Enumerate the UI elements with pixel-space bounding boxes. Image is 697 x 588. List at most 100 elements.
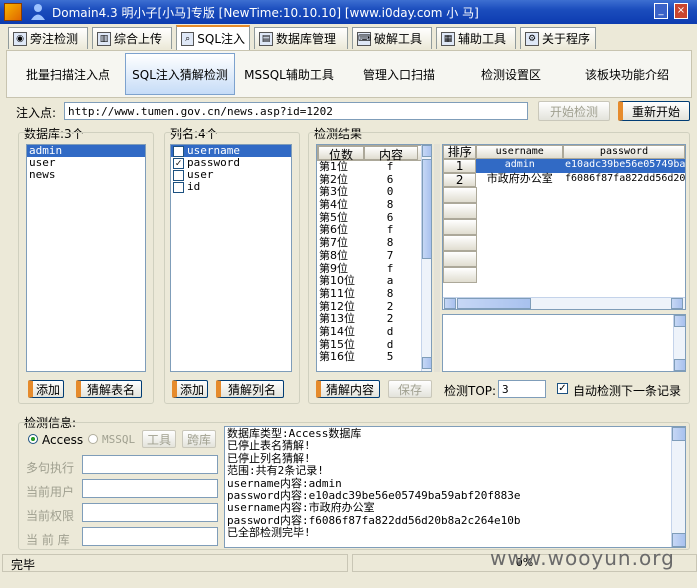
vertical-scrollbar[interactable]	[671, 427, 685, 547]
multi-exec-field[interactable]	[82, 455, 218, 474]
scroll-down-icon[interactable]	[674, 359, 686, 371]
subtab-mssql-tools[interactable]: MSSQL辅助工具	[239, 53, 339, 95]
tab-about[interactable]: ⚙ 关于程序	[520, 27, 596, 49]
scroll-thumb[interactable]	[422, 159, 431, 259]
log-line: username内容:市政府办公室	[227, 501, 375, 515]
app-icon	[4, 3, 22, 21]
log-output[interactable]: 数据库类型:Access数据库 已停止表名猜解! 已停止列名猜解! 范围:共有2条记录…	[224, 426, 686, 548]
tab-label: 数据库管理	[276, 32, 337, 46]
scroll-left-icon[interactable]	[444, 298, 456, 309]
minimize-button[interactable]: _	[654, 3, 668, 19]
position-row[interactable]: 第14位 d	[317, 324, 431, 339]
horizontal-scrollbar[interactable]	[443, 297, 685, 309]
watermark: www.wooyun.org	[490, 546, 675, 570]
position-cell: 第14位	[319, 324, 355, 338]
scroll-thumb[interactable]	[457, 298, 531, 309]
detail-pane[interactable]	[442, 314, 686, 372]
mssql-radio[interactable]	[88, 434, 98, 444]
top-input[interactable]: 3	[498, 380, 546, 398]
subtab-admin-scan[interactable]: 管理入口扫描	[347, 53, 451, 95]
save-button[interactable]: 保存	[388, 380, 432, 398]
checkbox[interactable]: ✓	[173, 157, 184, 169]
log-line: 已停止表名猜解!	[227, 439, 311, 453]
access-label: Access	[42, 433, 84, 447]
title-bar[interactable]: Domain4.3 明小子[小马]专版 [NewTime:10.10.10] […	[0, 0, 697, 24]
position-row[interactable]: 第7位 8	[317, 236, 431, 250]
tab-db-manage[interactable]: ▤ 数据库管理	[254, 27, 348, 49]
vertical-scrollbar[interactable]	[673, 315, 686, 371]
current-user-field[interactable]	[82, 479, 218, 498]
scroll-right-icon[interactable]	[671, 298, 683, 309]
gear-icon: ⚙	[525, 31, 539, 46]
close-button[interactable]: ×	[674, 3, 688, 19]
subtab-batch-scan[interactable]: 批量扫描注入点	[13, 53, 123, 95]
tab-label: 关于程序	[542, 32, 591, 46]
splitter[interactable]	[434, 144, 440, 372]
table-row[interactable]: 1 admin e10adc39be56e05749ba	[443, 159, 685, 173]
restart-button[interactable]: 重新开始	[618, 101, 690, 121]
table-row[interactable]: 2 市政府办公室 f6086f87fa822dd56d20	[443, 172, 685, 187]
table-list[interactable]: admin user news	[26, 144, 146, 372]
guess-tables-button[interactable]: 猜解表名	[76, 380, 142, 398]
scroll-up-icon[interactable]	[672, 427, 685, 441]
main-tabstrip: ◉ 旁注检测 ▥ 综合上传 ⌕ SQL注入 ▤ 数据库管理 ⌨ 破解工具 ▦ 辅助工具 ⚙ 关…	[0, 24, 697, 50]
auto-next-checkbox[interactable]: ✓	[557, 383, 568, 394]
position-row[interactable]: 第16位 5	[317, 351, 431, 364]
subtab-help[interactable]: 该板块功能介绍	[567, 53, 687, 95]
position-cell: 第16位	[319, 350, 355, 364]
row-header	[443, 251, 477, 267]
position-cell: 第4位	[319, 198, 348, 212]
row-header	[443, 203, 477, 219]
record-table[interactable]: 排序 username password 1 admin e10adc39be5…	[442, 144, 686, 310]
add-column-button[interactable]: 添加	[172, 380, 208, 398]
vertical-scrollbar[interactable]	[421, 145, 431, 371]
globe-icon: ◉	[13, 31, 27, 46]
subtab-settings[interactable]: 检测设置区	[459, 53, 563, 95]
position-rows: 第1位 f 第2位 6 第3位 0 第4位 8 第5位 6 第6位 f 第7位 8 第8位 7 第9位 f 第10位…	[317, 160, 431, 364]
log-line: 范围:共有2条记录!	[227, 464, 324, 478]
subtab-sql-guess[interactable]: SQL注入猜解检测	[125, 53, 235, 95]
log-line: 已全部检测完毕!	[227, 526, 311, 540]
content-cell: a	[386, 274, 394, 288]
scroll-up-icon[interactable]	[422, 145, 431, 157]
current-priv-field[interactable]	[82, 503, 218, 522]
scroll-up-icon[interactable]	[674, 315, 686, 327]
checkbox[interactable]	[173, 181, 184, 193]
add-table-button[interactable]: 添加	[28, 380, 64, 398]
cross-db-button[interactable]: 跨库	[182, 430, 216, 448]
position-row[interactable]: 第11位 8	[317, 287, 431, 301]
position-grid[interactable]: 位数 内容 第1位 f 第2位 6 第3位 0 第4位 8 第5位 6 第6位 f 第7位 8 第8位 7 第9…	[316, 144, 432, 372]
column-header-index: 排序	[443, 145, 477, 159]
pos-header: 位数	[318, 146, 364, 162]
tab-side-scan[interactable]: ◉ 旁注检测	[8, 27, 88, 49]
start-detect-button[interactable]: 开始检测	[538, 101, 610, 121]
tab-aux-tools[interactable]: ▦ 辅助工具	[436, 27, 516, 49]
auto-next-label: 自动检测下一条记录	[573, 384, 682, 398]
status-text: 完毕	[2, 554, 348, 572]
current-db-field[interactable]	[82, 527, 218, 546]
tab-sql-injection[interactable]: ⌕ SQL注入	[176, 25, 250, 50]
column-item[interactable]: id	[171, 181, 291, 193]
position-row[interactable]: 第1位 f	[317, 160, 431, 174]
table-item-news[interactable]: news	[27, 169, 145, 181]
position-row[interactable]: 第4位 8	[317, 198, 431, 212]
checkbox[interactable]: ✓	[173, 145, 184, 157]
column-header-password: password	[563, 145, 685, 159]
column-list[interactable]: ✓ username ✓ password user id	[170, 144, 292, 372]
empty-row-headers	[443, 187, 685, 283]
row-header	[443, 235, 477, 251]
tab-crack-tools[interactable]: ⌨ 破解工具	[352, 27, 432, 49]
guess-content-button[interactable]: 猜解内容	[316, 380, 380, 398]
scroll-down-icon[interactable]	[672, 533, 685, 547]
scroll-down-icon[interactable]	[422, 357, 431, 369]
position-row[interactable]: 第10位 a	[317, 274, 431, 288]
inject-url-input[interactable]: http://www.tumen.gov.cn/news.asp?id=1202	[64, 102, 528, 120]
position-row[interactable]: 第8位 7	[317, 249, 431, 263]
access-radio[interactable]	[28, 434, 38, 444]
tab-upload[interactable]: ▥ 综合上传	[92, 27, 172, 49]
sub-toolbar: 批量扫描注入点 SQL注入猜解检测 MSSQL辅助工具 管理入口扫描 检测设置区…	[6, 50, 692, 98]
book-icon: ▦	[441, 31, 455, 46]
guess-columns-button[interactable]: 猜解列名	[216, 380, 284, 398]
tools-button[interactable]: 工具	[142, 430, 176, 448]
checkbox[interactable]	[173, 169, 184, 181]
